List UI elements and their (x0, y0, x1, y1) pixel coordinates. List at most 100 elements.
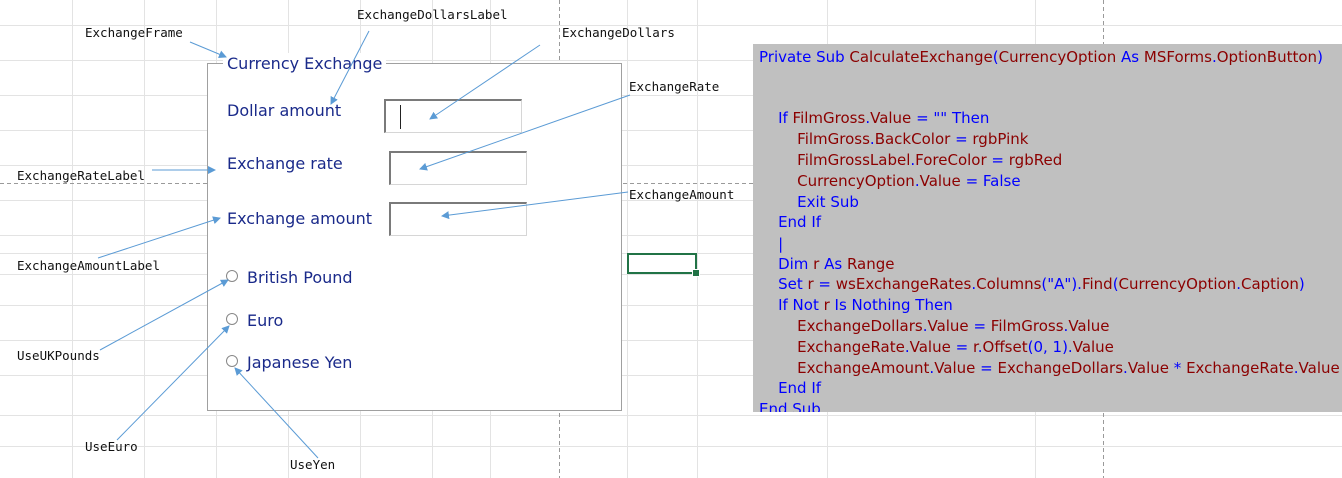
annotation-exchange-frame: ExchangeFrame (85, 25, 183, 40)
annotation-exchange-amount-label: ExchangeAmountLabel (17, 258, 160, 273)
code-keyword: (0, 1). (1027, 338, 1073, 356)
code-keyword (759, 338, 797, 356)
code-line: ExchangeRate.Value = r.Offset(0, 1).Valu… (759, 337, 1114, 357)
code-line: | (759, 234, 783, 254)
use-euro-label[interactable]: Euro (247, 311, 283, 331)
code-identifier: CalculateExchange (849, 48, 993, 66)
use-uk-pounds-label[interactable]: British Pound (247, 268, 353, 288)
code-window[interactable]: Private Sub CalculateExchange(CurrencyOp… (753, 44, 1342, 412)
exchange-amount-textbox[interactable] (389, 202, 527, 236)
code-identifier: Value (870, 109, 912, 127)
code-line: CurrencyOption.Value = False (759, 171, 1021, 191)
code-identifier: FilmGross (990, 317, 1064, 335)
exchange-rate-label: Exchange rate (227, 154, 343, 173)
code-identifier: Value (1072, 338, 1114, 356)
code-keyword: * (1169, 359, 1187, 377)
code-keyword (759, 172, 797, 190)
annotation-use-euro: UseEuro (85, 439, 138, 454)
code-identifier: CurrencyOption (998, 48, 1117, 66)
code-identifier: Find (1081, 275, 1113, 293)
code-keyword: = (975, 359, 998, 377)
use-yen-label[interactable]: Japanese Yen (247, 353, 352, 373)
code-identifier: Range (846, 255, 895, 273)
code-keyword: ) (1298, 275, 1305, 293)
dollar-amount-label: Dollar amount (227, 101, 342, 120)
code-identifier: Offset (982, 338, 1028, 356)
code-keyword (759, 130, 797, 148)
code-line: End If (759, 212, 821, 232)
code-keyword: Set (759, 275, 808, 293)
code-identifier: Value (909, 338, 951, 356)
code-keyword (759, 317, 797, 335)
code-identifier: wsExchangeRates (835, 275, 972, 293)
use-yen-radio[interactable] (226, 355, 238, 367)
code-identifier: Value (927, 317, 969, 335)
code-keyword: = (813, 275, 836, 293)
code-identifier: FilmGross (797, 130, 870, 148)
annotation-exchange-amount: ExchangeAmount (629, 187, 735, 202)
use-euro-radio[interactable] (226, 313, 238, 325)
code-keyword: End Sub (759, 400, 821, 412)
code-identifier: CurrencyOption (797, 172, 915, 190)
exchange-frame-caption: Currency Exchange (223, 53, 387, 75)
code-identifier: BackColor (874, 130, 951, 148)
code-identifier: MSForms (1143, 48, 1212, 66)
code-identifier: ExchangeDollars (997, 359, 1124, 377)
fill-handle[interactable] (692, 269, 700, 277)
code-keyword (759, 151, 797, 169)
code-keyword: = (986, 151, 1009, 169)
exchange-rate-textbox[interactable] (389, 151, 527, 185)
code-line: ExchangeDollars.Value = FilmGross.Value (759, 316, 1110, 336)
code-keyword: If Not (759, 296, 824, 314)
code-identifier: Value (1068, 317, 1110, 335)
code-identifier: ForeColor (915, 151, 987, 169)
code-line: Set r = wsExchangeRates.Columns("A").Fin… (759, 274, 1305, 294)
code-keyword: Private Sub (759, 48, 850, 66)
code-keyword: End If (759, 213, 822, 231)
code-identifier: Columns (976, 275, 1042, 293)
code-line: FilmGrossLabel.ForeColor = rgbRed (759, 150, 1062, 170)
code-keyword: = "" Then (911, 109, 990, 127)
code-line: Private Sub CalculateExchange(CurrencyOp… (759, 47, 1323, 67)
code-identifier: Value (919, 172, 961, 190)
annotation-exchange-rate-label: ExchangeRateLabel (17, 168, 145, 183)
code-line: Dim r As Range (759, 254, 895, 274)
exchange-amount-label: Exchange amount (227, 209, 372, 228)
code-keyword: As (819, 255, 847, 273)
code-identifier: Value (934, 359, 976, 377)
code-keyword: Dim (759, 255, 814, 273)
code-identifier: rgbPink (972, 130, 1029, 148)
text-caret (400, 105, 401, 129)
code-line: End Sub (759, 399, 821, 412)
code-keyword: Is Nothing Then (829, 296, 953, 314)
code-identifier: OptionButton (1216, 48, 1318, 66)
code-line: End If (759, 378, 821, 398)
code-identifier: FilmGross (792, 109, 866, 127)
code-identifier: ExchangeRate (1186, 359, 1294, 377)
annotation-exchange-rate: ExchangeRate (629, 79, 720, 94)
annotation-exchange-dollars-label: ExchangeDollarsLabel (357, 7, 508, 22)
code-identifier: ExchangeAmount (797, 359, 930, 377)
code-line: If FilmGross.Value = "" Then (759, 108, 989, 128)
code-keyword: = (950, 130, 973, 148)
code-identifier: ExchangeDollars (797, 317, 923, 335)
code-line: If Not r Is Nothing Then (759, 295, 953, 315)
code-identifier: ExchangeRate (797, 338, 905, 356)
annotation-use-yen: UseYen (290, 457, 336, 472)
exchange-dollars-textbox[interactable] (384, 99, 522, 133)
code-keyword: End If (759, 379, 822, 397)
code-keyword (759, 359, 797, 377)
code-keyword: If (759, 109, 793, 127)
code-identifier: FilmGrossLabel (797, 151, 911, 169)
code-line: ExchangeAmount.Value = ExchangeDollars.V… (759, 358, 1340, 378)
code-keyword: = (950, 338, 973, 356)
annotation-use-uk-pounds: UseUKPounds (17, 348, 100, 363)
code-identifier: Value (1127, 359, 1170, 377)
code-identifier: rgbRed (1008, 151, 1063, 169)
code-keyword: As (1116, 48, 1144, 66)
code-keyword: | (759, 235, 784, 253)
selected-cell[interactable] (627, 253, 697, 274)
use-uk-pounds-radio[interactable] (226, 270, 238, 282)
code-keyword: ("A"). (1041, 275, 1082, 293)
code-keyword: = False (960, 172, 1021, 190)
